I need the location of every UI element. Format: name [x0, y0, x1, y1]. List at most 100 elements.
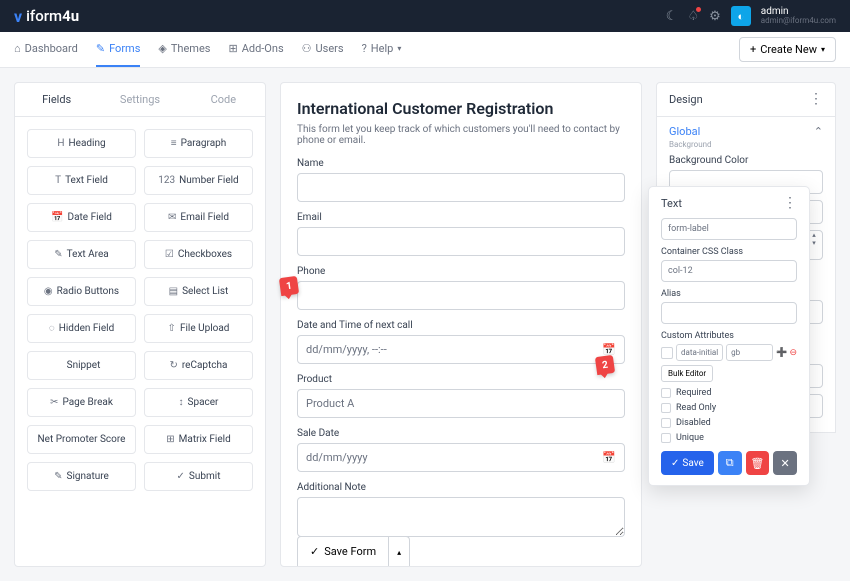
- css-class-input[interactable]: [661, 218, 797, 240]
- datetime-input[interactable]: dd/mm/yyyy, --:--📅: [297, 335, 625, 364]
- moon-icon[interactable]: ☾: [666, 9, 678, 24]
- tab-settings[interactable]: Settings: [98, 83, 181, 116]
- bell-icon[interactable]: ♤: [687, 9, 699, 24]
- field-radio-buttons[interactable]: ◉Radio Buttons: [27, 277, 136, 306]
- delete-button[interactable]: 🗑: [746, 451, 770, 475]
- create-new-button[interactable]: +Create New▾: [739, 37, 836, 62]
- note-textarea[interactable]: [297, 497, 625, 537]
- field-select-list[interactable]: ▤Select List: [144, 277, 253, 306]
- field-snippet[interactable]: Snippet: [27, 351, 136, 380]
- close-button[interactable]: ✕: [773, 451, 797, 475]
- field-text-area[interactable]: ✎Text Area: [27, 240, 136, 269]
- annotation-marker-2: 2: [595, 355, 615, 375]
- field-spacer[interactable]: ↕Spacer: [144, 388, 253, 417]
- nav-users[interactable]: ⚇Users: [302, 32, 344, 67]
- container-css-input[interactable]: [661, 260, 797, 282]
- navbar: ⌂Dashboard ✎Forms ◈Themes ⊞Add-Ons ⚇User…: [0, 32, 850, 68]
- help-icon: ?: [362, 42, 367, 55]
- field-icon: ✎: [54, 249, 62, 260]
- save-form-bar: ✓Save Form ▴: [297, 536, 410, 566]
- field-recaptcha[interactable]: ↻reCaptcha: [144, 351, 253, 380]
- avatar[interactable]: ◐: [731, 6, 751, 26]
- field-icon: 123: [158, 175, 175, 186]
- logo-text: iform4u: [26, 7, 79, 25]
- nav-forms[interactable]: ✎Forms: [96, 32, 141, 67]
- field-number-field[interactable]: 123Number Field: [144, 166, 253, 195]
- annotation-marker-1: 1: [279, 276, 299, 296]
- saledate-input[interactable]: dd/mm/yyyy📅: [297, 443, 625, 472]
- product-select[interactable]: Product A: [297, 389, 625, 418]
- disabled-checkbox[interactable]: [661, 418, 671, 428]
- design-header: Design ⋮: [656, 82, 836, 117]
- tab-code[interactable]: Code: [182, 83, 265, 116]
- nav-help[interactable]: ?Help▾: [362, 32, 402, 67]
- nav-themes[interactable]: ◈Themes: [158, 32, 210, 67]
- save-form-dropdown[interactable]: ▴: [389, 536, 410, 566]
- logo-mark-icon: v: [14, 7, 22, 26]
- field-icon: ▤: [169, 286, 178, 297]
- form-description: This form let you keep track of which cu…: [297, 124, 625, 146]
- attr-key-input[interactable]: [676, 344, 723, 361]
- user-info[interactable]: admin admin@iform4u.com: [761, 6, 836, 26]
- logo[interactable]: v iform4u: [14, 7, 79, 26]
- field-icon: ⊞: [166, 434, 174, 445]
- email-label: Email: [297, 212, 625, 223]
- design-menu-icon[interactable]: ⋮: [809, 95, 823, 103]
- field-submit[interactable]: ✓Submit: [144, 462, 253, 491]
- home-icon: ⌂: [14, 42, 21, 55]
- popup-menu-icon[interactable]: ⋮: [783, 199, 797, 207]
- bulk-editor-button[interactable]: Bulk Editor: [661, 365, 713, 382]
- settings-icon[interactable]: ⚙: [709, 9, 721, 24]
- field-icon: ✓: [177, 471, 185, 482]
- tab-fields[interactable]: Fields: [15, 83, 98, 116]
- field-icon: ↕: [179, 397, 184, 408]
- field-date-field[interactable]: 📅Date Field: [27, 203, 136, 232]
- field-text-field[interactable]: TText Field: [27, 166, 136, 195]
- text-settings-popup: Text⋮ Container CSS Class Alias Custom A…: [648, 186, 810, 486]
- nav-dashboard[interactable]: ⌂Dashboard: [14, 32, 78, 67]
- phone-input[interactable]: [297, 281, 625, 310]
- product-label: Product: [297, 374, 625, 385]
- attr-checkbox[interactable]: [661, 347, 673, 359]
- bg-color-label: Background Color: [669, 155, 823, 166]
- chevron-up-icon: ⌃: [814, 125, 823, 138]
- readonly-checkbox[interactable]: [661, 403, 671, 413]
- name-input[interactable]: [297, 173, 625, 202]
- attr-value-input[interactable]: [726, 344, 773, 361]
- required-checkbox[interactable]: [661, 388, 671, 398]
- field-icon: ☑: [165, 249, 174, 260]
- center-panel: International Customer Registration This…: [280, 82, 642, 567]
- check-icon: ✓: [310, 545, 319, 558]
- chevron-up-icon: ▴: [397, 548, 401, 557]
- field-heading[interactable]: HHeading: [27, 129, 136, 158]
- field-icon: T: [55, 175, 61, 186]
- field-signature[interactable]: ✎Signature: [27, 462, 136, 491]
- email-input[interactable]: [297, 227, 625, 256]
- field-paragraph[interactable]: ≡Paragraph: [144, 129, 253, 158]
- left-tabs: Fields Settings Code: [15, 83, 265, 117]
- copy-button[interactable]: ⧉: [718, 451, 742, 475]
- add-icon[interactable]: ➕: [776, 348, 787, 358]
- check-icon: ✓: [671, 458, 679, 469]
- field-net-promoter-score[interactable]: Net Promoter Score: [27, 425, 136, 454]
- field-icon: ✉: [168, 212, 176, 223]
- field-page-break[interactable]: ✂Page Break: [27, 388, 136, 417]
- nav-addons[interactable]: ⊞Add-Ons: [228, 32, 283, 67]
- alias-input[interactable]: [661, 302, 797, 324]
- field-matrix-field[interactable]: ⊞Matrix Field: [144, 425, 253, 454]
- field-hidden-field[interactable]: ◌Hidden Field: [27, 314, 136, 343]
- field-email-field[interactable]: ✉Email Field: [144, 203, 253, 232]
- field-icon: ⇧: [168, 323, 176, 334]
- field-file-upload[interactable]: ⇧File Upload: [144, 314, 253, 343]
- field-icon: ≡: [171, 138, 177, 149]
- remove-icon[interactable]: ⊖: [789, 348, 797, 358]
- popup-save-button[interactable]: ✓Save: [661, 451, 714, 475]
- field-checkboxes[interactable]: ☑Checkboxes: [144, 240, 253, 269]
- alias-label: Alias: [661, 289, 797, 299]
- save-form-button[interactable]: ✓Save Form: [297, 536, 389, 566]
- topbar: v iform4u ☾ ♤ ⚙ ◐ admin admin@iform4u.co…: [0, 0, 850, 32]
- fields-grid: HHeading ≡Paragraph TText Field 123Number F…: [15, 117, 265, 503]
- unique-checkbox[interactable]: [661, 433, 671, 443]
- background-subheader: Background: [669, 140, 823, 149]
- field-icon: 📅: [51, 212, 63, 223]
